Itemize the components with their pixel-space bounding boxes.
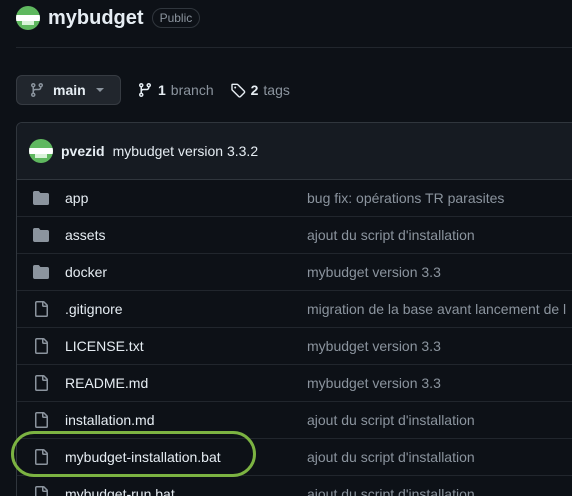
file-rows: app bug fix: opérations TR parasites ass… [17,180,572,496]
git-branch-icon [139,83,151,97]
tags-label: tags [263,82,290,98]
repo-page: mybudget Public main 1 branch 2 tags pve… [0,0,572,496]
branch-name: main [53,82,86,98]
tags-link[interactable]: 2 tags [230,82,290,98]
file-icon [35,375,48,391]
file-icon [35,301,48,317]
file-row[interactable]: LICENSE.txt mybudget version 3.3 [17,328,572,365]
file-name-link[interactable]: .gitignore [65,301,307,317]
file-name-link[interactable]: docker [65,264,307,280]
file-name-link[interactable]: mybudget-installation.bat [65,449,307,465]
git-branch-icon [31,83,43,97]
file-icon [35,412,48,428]
repo-toolbar: main 1 branch 2 tags [16,74,290,106]
tags-count: 2 [250,82,259,98]
tag-icon [230,83,245,98]
branches-count: 1 [158,82,166,98]
repo-header: mybudget Public [16,4,201,32]
file-icon [35,486,48,496]
file-commit-message[interactable]: ajout du script d'installation [307,486,475,496]
file-name-link[interactable]: installation.md [65,412,307,428]
file-row[interactable]: mybudget-installation.bat ajout du scrip… [17,439,572,476]
file-row[interactable]: app bug fix: opérations TR parasites [17,180,572,217]
folder-icon [33,191,49,205]
branches-link[interactable]: 1 branch [137,82,214,98]
header-divider [16,47,572,48]
visibility-badge: Public [151,8,201,28]
file-list: pvezid mybudget version 3.3.2 app bug fi… [16,122,572,496]
author-avatar[interactable] [29,139,53,163]
file-name-link[interactable]: README.md [65,375,307,391]
file-commit-message[interactable]: migration de la base avant lancement de … [307,301,566,317]
file-name-link[interactable]: app [65,190,307,206]
file-commit-message[interactable]: ajout du script d'installation [307,449,475,465]
commit-message-link[interactable]: mybudget version 3.3.2 [113,143,259,159]
file-name-link[interactable]: assets [65,227,307,243]
file-commit-message[interactable]: mybudget version 3.3 [307,264,441,280]
latest-commit-bar: pvezid mybudget version 3.3.2 [17,123,572,180]
file-commit-message[interactable]: mybudget version 3.3 [307,375,441,391]
commit-author-link[interactable]: pvezid [61,143,105,159]
file-icon [35,338,48,354]
file-commit-message[interactable]: ajout du script d'installation [307,412,475,428]
file-name-link[interactable]: LICENSE.txt [65,338,307,354]
caret-down-icon [95,88,104,92]
file-row[interactable]: .gitignore migration de la base avant la… [17,291,572,328]
file-icon [35,449,48,465]
file-row[interactable]: docker mybudget version 3.3 [17,254,572,291]
file-commit-message[interactable]: mybudget version 3.3 [307,338,441,354]
branches-label: branch [170,82,214,98]
file-name-link[interactable]: mybudget-run.bat [65,486,307,496]
branch-select-button[interactable]: main [16,75,121,105]
repo-avatar[interactable] [16,6,40,30]
file-commit-message[interactable]: bug fix: opérations TR parasites [307,190,504,206]
folder-icon [33,265,49,279]
file-row[interactable]: mybudget-run.bat ajout du script d'insta… [17,476,572,496]
file-commit-message[interactable]: ajout du script d'installation [307,227,475,243]
file-row[interactable]: installation.md ajout du script d'instal… [17,402,572,439]
file-row[interactable]: README.md mybudget version 3.3 [17,365,572,402]
folder-icon [33,228,49,242]
repo-name-link[interactable]: mybudget [48,7,144,30]
file-row[interactable]: assets ajout du script d'installation [17,217,572,254]
